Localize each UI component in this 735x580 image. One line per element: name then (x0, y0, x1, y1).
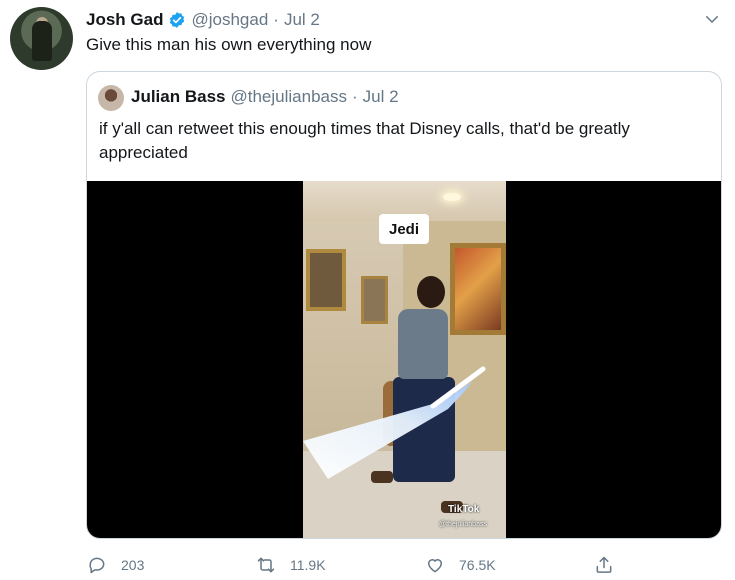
tweet-text: Give this man his own everything now (86, 35, 372, 54)
tweet-date[interactable]: Jul 2 (284, 10, 320, 30)
framed-painting (450, 243, 506, 335)
quote-author-name[interactable]: Julian Bass (131, 87, 226, 107)
tiktok-watermark-user: @thejulianbass (439, 521, 487, 528)
video-player[interactable]: Jedi TikTok @thejulianbass (87, 181, 721, 538)
reply-button[interactable]: 203 (87, 553, 144, 577)
framed-picture (306, 249, 346, 311)
author-avatar[interactable] (10, 7, 73, 70)
quote-text: if y'all can retweet this enough times t… (99, 119, 630, 162)
tweet-actions: 203 11.9K 76.5K (0, 553, 735, 577)
person-head (417, 276, 445, 308)
reply-icon (89, 557, 105, 574)
video-overlay-label: Jedi (379, 214, 429, 244)
ceiling-light (443, 193, 461, 201)
quoted-tweet[interactable]: Julian Bass @thejulianbass · Jul 2 if y'… (86, 71, 722, 539)
retweet-button[interactable]: 11.9K (256, 553, 326, 577)
video-frame[interactable]: Jedi TikTok @thejulianbass (303, 181, 506, 538)
quote-author-avatar[interactable] (98, 85, 124, 111)
retweet-icon (257, 557, 275, 573)
tiktok-watermark: TikTok (448, 504, 480, 515)
quote-author-handle[interactable]: @thejulianbass (231, 87, 348, 107)
heart-icon (428, 559, 442, 573)
framed-picture (361, 276, 388, 324)
verified-badge-icon (170, 12, 185, 28)
separator-dot: · (352, 87, 358, 106)
retweet-count: 11.9K (290, 557, 326, 573)
author-name[interactable]: Josh Gad (86, 10, 163, 30)
chevron-down-icon[interactable] (703, 10, 721, 28)
quote-header: Julian Bass @thejulianbass · Jul 2 (131, 86, 399, 108)
reply-count: 203 (121, 557, 145, 573)
share-icon (596, 556, 612, 573)
quote-date[interactable]: Jul 2 (363, 87, 399, 107)
share-button[interactable] (594, 553, 628, 577)
separator-dot: · (273, 10, 279, 29)
author-handle[interactable]: @joshgad (191, 10, 268, 30)
like-count: 76.5K (459, 557, 496, 573)
tweet-header: Josh Gad @joshgad · Jul 2 (86, 9, 320, 31)
lightsaber-effect (303, 366, 486, 479)
like-button[interactable]: 76.5K (425, 553, 496, 577)
